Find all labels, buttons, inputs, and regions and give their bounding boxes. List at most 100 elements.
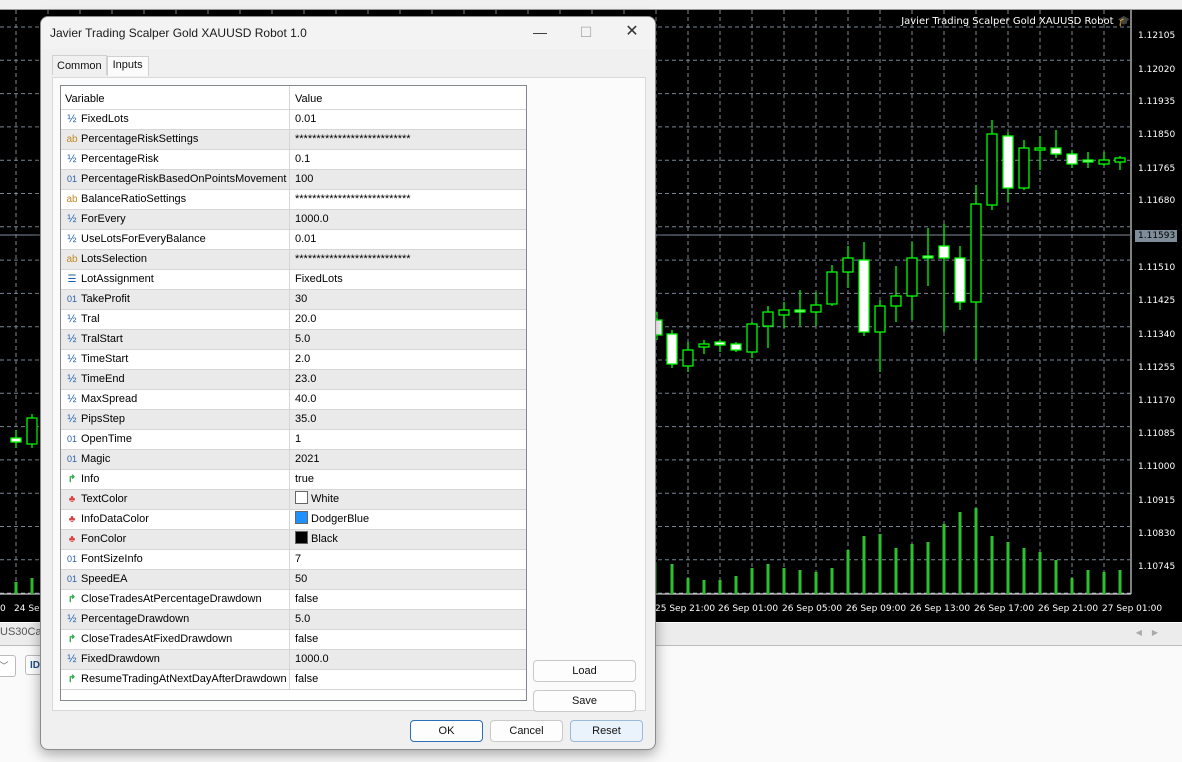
param-value[interactable]: 50	[295, 573, 307, 585]
param-value-cell[interactable]: 5.0	[291, 330, 526, 349]
param-row[interactable]: 01 SpeedEA 50	[61, 570, 526, 590]
param-value[interactable]: false	[295, 633, 318, 645]
param-row[interactable]: ½ ForEvery 1000.0	[61, 210, 526, 230]
param-value[interactable]: ***************************	[295, 133, 411, 145]
param-value[interactable]: false	[295, 593, 318, 605]
param-value[interactable]: 2021	[295, 453, 319, 465]
param-value-cell[interactable]: true	[291, 470, 526, 489]
param-value-cell[interactable]: 7	[291, 550, 526, 569]
param-row[interactable]: 01 FontSizeInfo 7	[61, 550, 526, 570]
param-value[interactable]: 1000.0	[295, 653, 329, 665]
param-value-cell[interactable]: Black	[291, 530, 526, 549]
param-row[interactable]: ♣ TextColor White	[61, 490, 526, 510]
column-header-value[interactable]: Value	[291, 86, 526, 109]
param-row[interactable]: ½ FixedLots 0.01	[61, 110, 526, 130]
param-value[interactable]: 5.0	[295, 613, 310, 625]
param-value[interactable]: 0.1	[295, 153, 310, 165]
param-value-cell[interactable]: 1	[291, 430, 526, 449]
param-row[interactable]: ½ TimeEnd 23.0	[61, 370, 526, 390]
param-row[interactable]: ↱ ResumeTradingAtNextDayAfterDrawdown fals…	[61, 670, 526, 690]
param-value[interactable]: 23.0	[295, 373, 316, 385]
load-button[interactable]: Load	[533, 660, 636, 682]
param-value-cell[interactable]: false	[291, 590, 526, 609]
param-value-cell[interactable]: false	[291, 630, 526, 649]
param-row[interactable]: ½ TralStart 5.0	[61, 330, 526, 350]
param-value-cell[interactable]: DodgerBlue	[291, 510, 526, 529]
tab-scroll-arrows[interactable]: ◀▶	[1136, 628, 1168, 637]
param-value[interactable]: 40.0	[295, 393, 316, 405]
param-row[interactable]: ½ PercentageRisk 0.1	[61, 150, 526, 170]
cancel-button[interactable]: Cancel	[490, 720, 563, 742]
param-value[interactable]: FixedLots	[295, 273, 343, 285]
param-value-cell[interactable]: ***************************	[291, 190, 526, 209]
column-header-variable[interactable]: Variable	[61, 86, 290, 109]
param-value-cell[interactable]: ***************************	[291, 130, 526, 149]
param-value[interactable]: ***************************	[295, 193, 411, 205]
param-value-cell[interactable]: 35.0	[291, 410, 526, 429]
param-value-cell[interactable]: 0.1	[291, 150, 526, 169]
param-row[interactable]: ½ MaxSpread 40.0	[61, 390, 526, 410]
param-row[interactable]: ab PercentageRiskSettings ****************…	[61, 130, 526, 150]
save-button[interactable]: Save	[533, 690, 636, 712]
param-value[interactable]: 7	[295, 553, 301, 565]
param-value-cell[interactable]: FixedLots	[291, 270, 526, 289]
param-value-cell[interactable]: 0.01	[291, 230, 526, 249]
param-row[interactable]: 01 Magic 2021	[61, 450, 526, 470]
param-value-cell[interactable]: 20.0	[291, 310, 526, 329]
param-value-cell[interactable]: 40.0	[291, 390, 526, 409]
param-value[interactable]: ***************************	[295, 253, 411, 265]
param-row[interactable]: ½ PipsStep 35.0	[61, 410, 526, 430]
param-value[interactable]: 0.01	[295, 113, 316, 125]
param-value-cell[interactable]: false	[291, 670, 526, 689]
param-value[interactable]: 0.01	[295, 233, 316, 245]
symbol-tab[interactable]: US30Ca	[0, 626, 42, 638]
param-row[interactable]: ☰ LotAssignment FixedLots	[61, 270, 526, 290]
param-value-cell[interactable]: 23.0	[291, 370, 526, 389]
close-button[interactable]: ✕	[609, 17, 655, 49]
param-row[interactable]: ½ TimeStart 2.0	[61, 350, 526, 370]
param-value[interactable]: 35.0	[295, 413, 316, 425]
param-value-cell[interactable]: 1000.0	[291, 650, 526, 669]
param-row[interactable]: 01 OpenTime 1	[61, 430, 526, 450]
param-row[interactable]: ↱ CloseTradesAtPercentageDrawdown false	[61, 590, 526, 610]
param-value-cell[interactable]: ***************************	[291, 250, 526, 269]
param-value[interactable]: 20.0	[295, 313, 316, 325]
param-value-cell[interactable]: 100	[291, 170, 526, 189]
param-value-cell[interactable]: 2.0	[291, 350, 526, 369]
maximize-button[interactable]: ☐	[563, 17, 609, 49]
param-value[interactable]: 5.0	[295, 333, 310, 345]
param-row[interactable]: 01 TakeProfit 30	[61, 290, 526, 310]
param-value-cell[interactable]: 0.01	[291, 110, 526, 129]
tab-inputs[interactable]: Inputs	[106, 56, 149, 76]
param-row[interactable]: ½ FixedDrawdown 1000.0	[61, 650, 526, 670]
param-value[interactable]: Black	[311, 533, 338, 545]
param-value[interactable]: 1000.0	[295, 213, 329, 225]
dialog-titlebar[interactable]: Javier Trading Scalper Gold XAUUSD Robot…	[41, 17, 655, 49]
param-row[interactable]: ab BalanceRatioSettings ******************…	[61, 190, 526, 210]
reset-button[interactable]: Reset	[570, 720, 643, 742]
param-row[interactable]: ♣ InfoDataColor DodgerBlue	[61, 510, 526, 530]
chevron-down-icon[interactable]: ﹀	[0, 655, 16, 677]
param-value[interactable]: true	[295, 473, 314, 485]
param-row[interactable]: ♣ FonColor Black	[61, 530, 526, 550]
param-row[interactable]: ↱ Info true	[61, 470, 526, 490]
param-value-cell[interactable]: 50	[291, 570, 526, 589]
param-value-cell[interactable]: White	[291, 490, 526, 509]
param-row[interactable]: ab LotsSelection *************************…	[61, 250, 526, 270]
tab-common[interactable]: Common	[52, 55, 107, 75]
param-row[interactable]: ½ PercentageDrawdown 5.0	[61, 610, 526, 630]
param-value[interactable]: false	[295, 673, 318, 685]
minimize-button[interactable]: —	[517, 17, 563, 49]
ok-button[interactable]: OK	[410, 720, 483, 742]
param-row[interactable]: ↱ CloseTradesAtFixedDrawdown false	[61, 630, 526, 650]
param-value-cell[interactable]: 5.0	[291, 610, 526, 629]
param-value[interactable]: 1	[295, 433, 301, 445]
param-row[interactable]: ½ UseLotsForEveryBalance 0.01	[61, 230, 526, 250]
param-value[interactable]: White	[311, 493, 339, 505]
param-value[interactable]: DodgerBlue	[311, 513, 369, 525]
param-value[interactable]: 2.0	[295, 353, 310, 365]
param-row[interactable]: ½ Tral 20.0	[61, 310, 526, 330]
param-value-cell[interactable]: 30	[291, 290, 526, 309]
param-row[interactable]: 01 PercentageRiskBasedOnPointsMovement 100	[61, 170, 526, 190]
param-value-cell[interactable]: 1000.0	[291, 210, 526, 229]
